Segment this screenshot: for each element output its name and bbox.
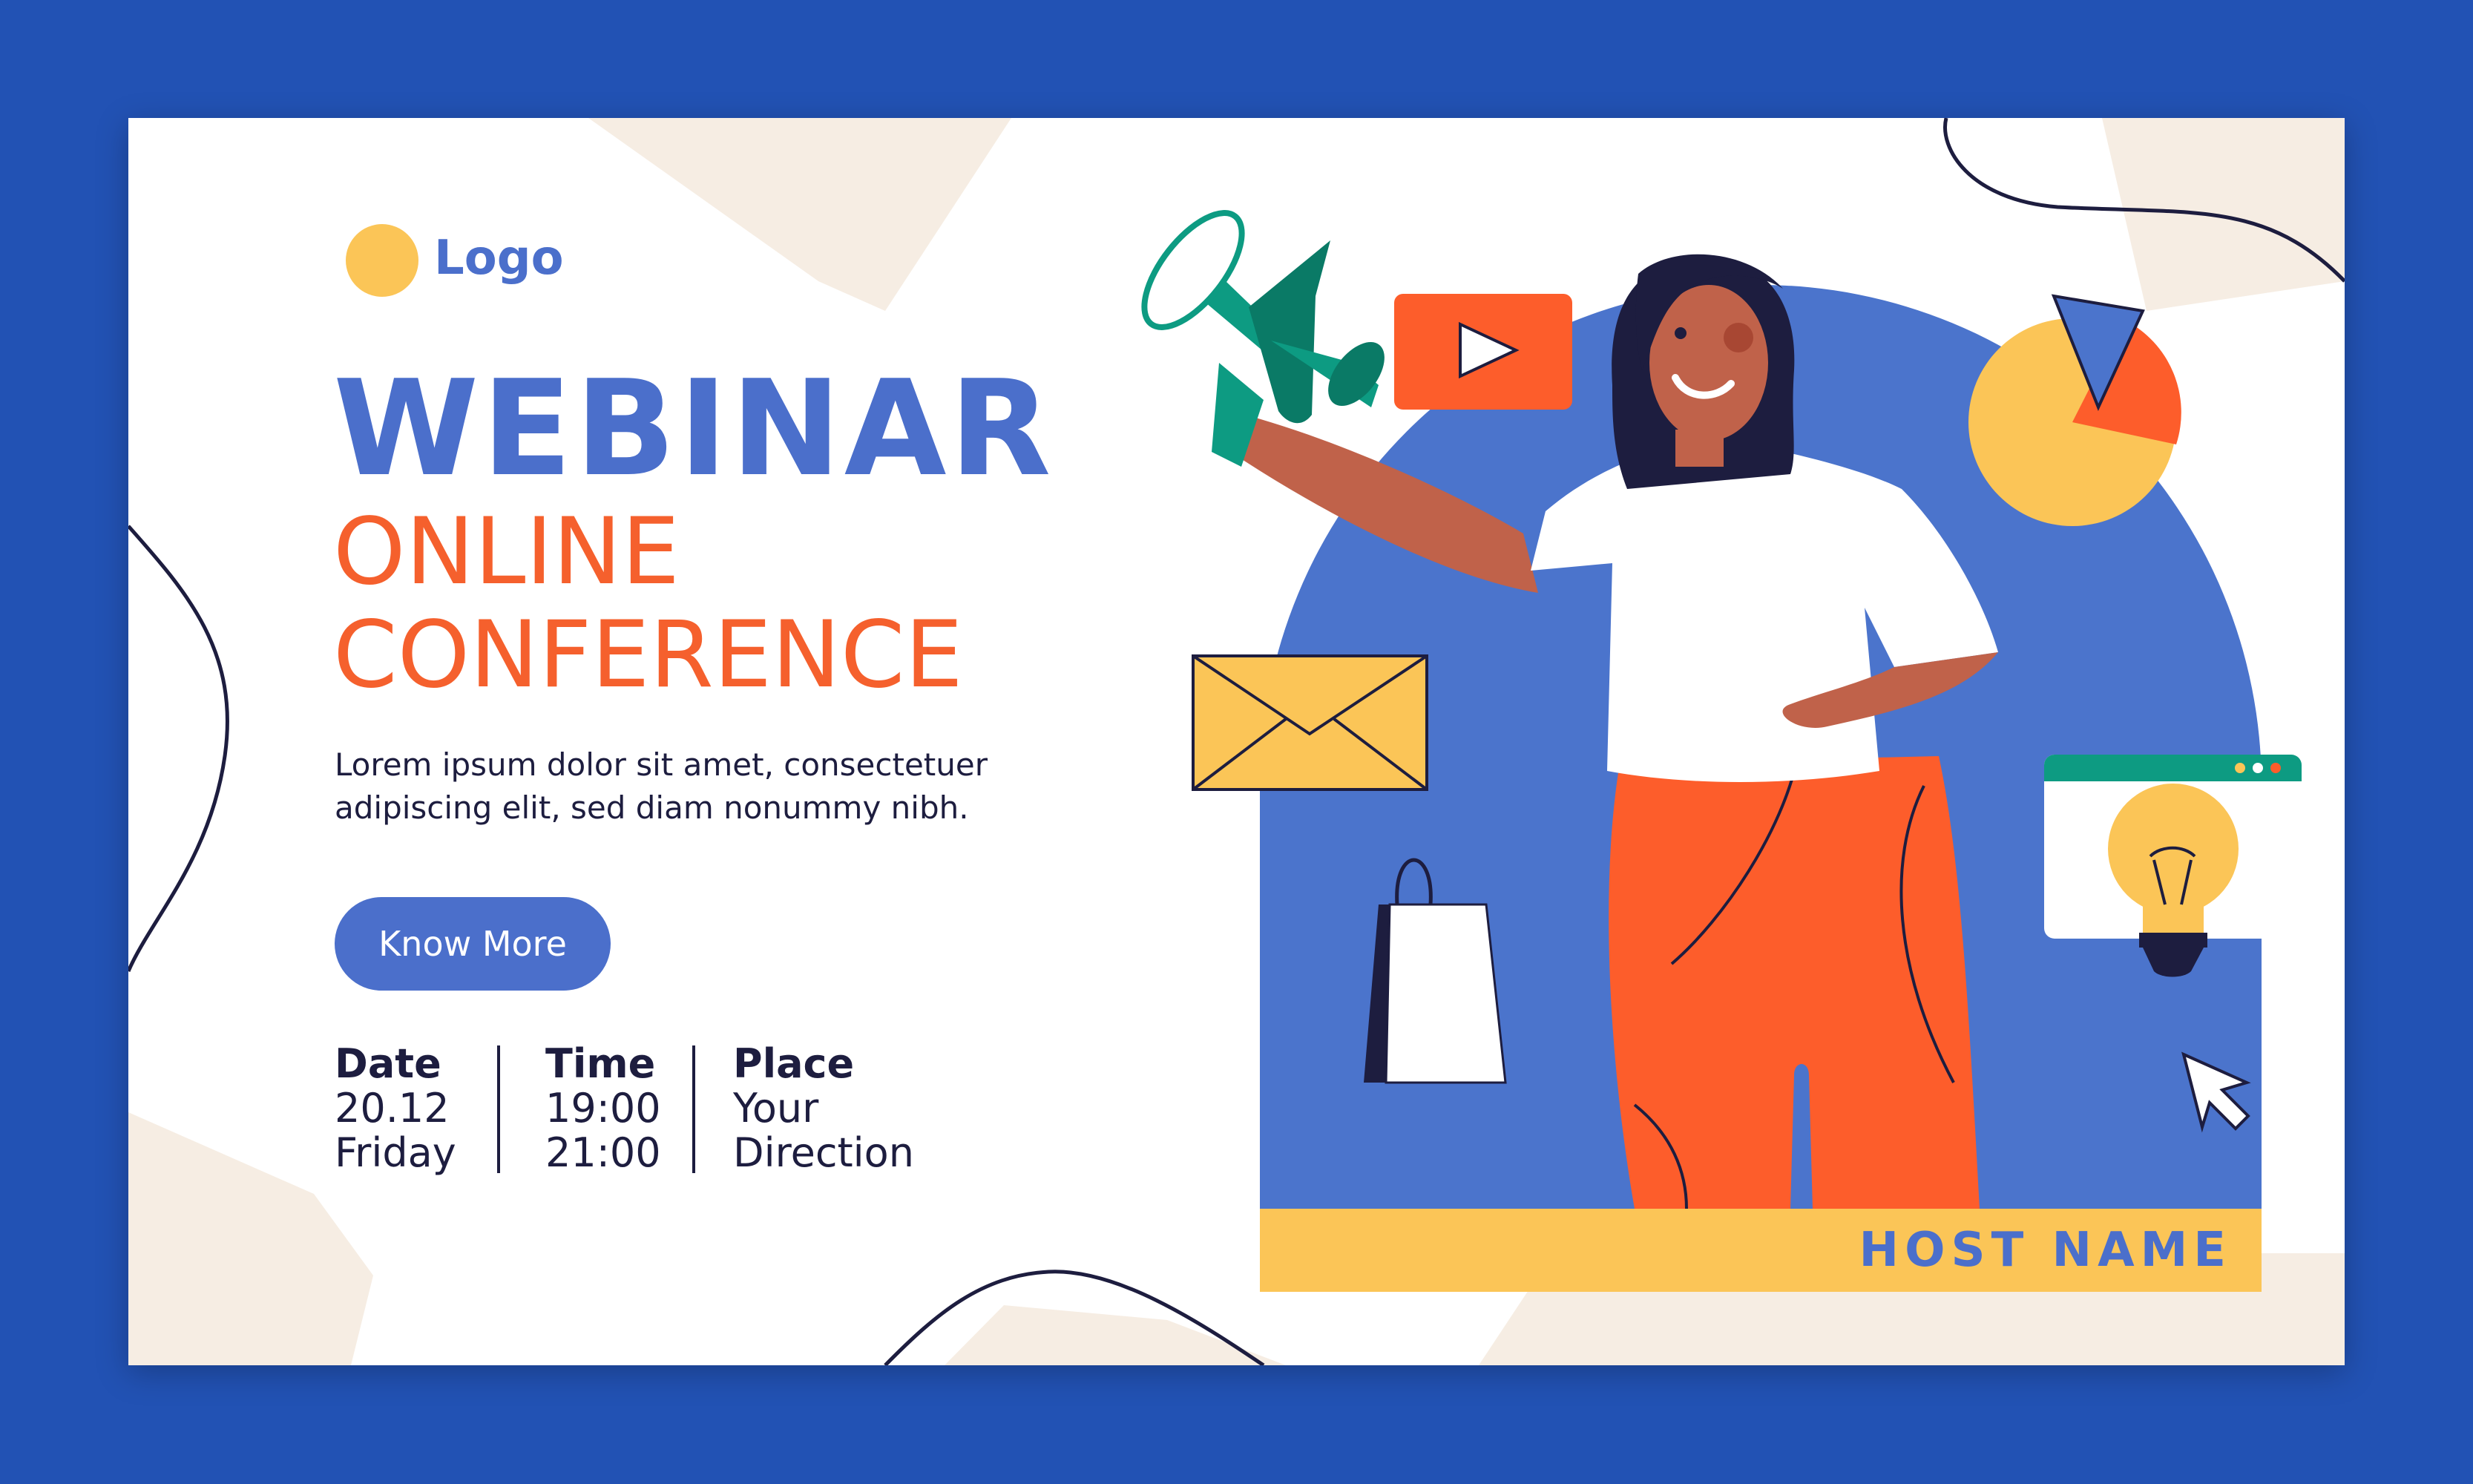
webinar-banner-card: Logo WEBINAR ONLINE CONFERENCE Lorem ips… [128, 118, 2345, 1365]
mail-icon [1192, 654, 1428, 791]
host-name: HOST NAME [1859, 1223, 2232, 1278]
pie-chart-icon [1968, 294, 2181, 526]
play-icon [1394, 294, 1572, 410]
presenter-illustration [1141, 210, 2302, 1209]
